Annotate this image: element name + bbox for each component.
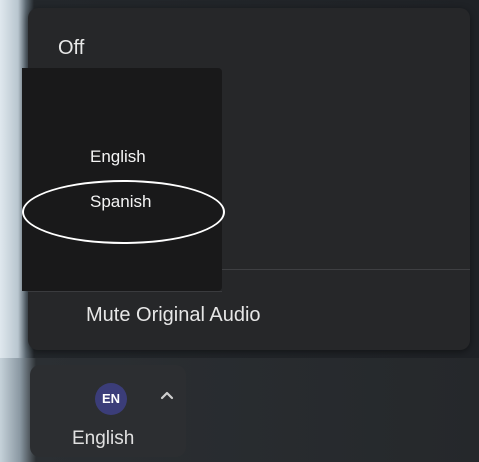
language-button-label: English: [72, 428, 135, 449]
submenu-divider: [28, 291, 222, 292]
menu-divider: [222, 269, 470, 270]
language-option-spanish[interactable]: Spanish: [90, 189, 200, 215]
mute-original-audio-item[interactable]: Mute Original Audio: [86, 298, 386, 332]
chevron-up-icon[interactable]: [158, 386, 176, 404]
language-submenu: [22, 68, 222, 291]
menu-item-off[interactable]: Off: [58, 30, 278, 66]
language-badge: EN: [95, 383, 127, 415]
language-option-english[interactable]: English: [90, 144, 200, 170]
